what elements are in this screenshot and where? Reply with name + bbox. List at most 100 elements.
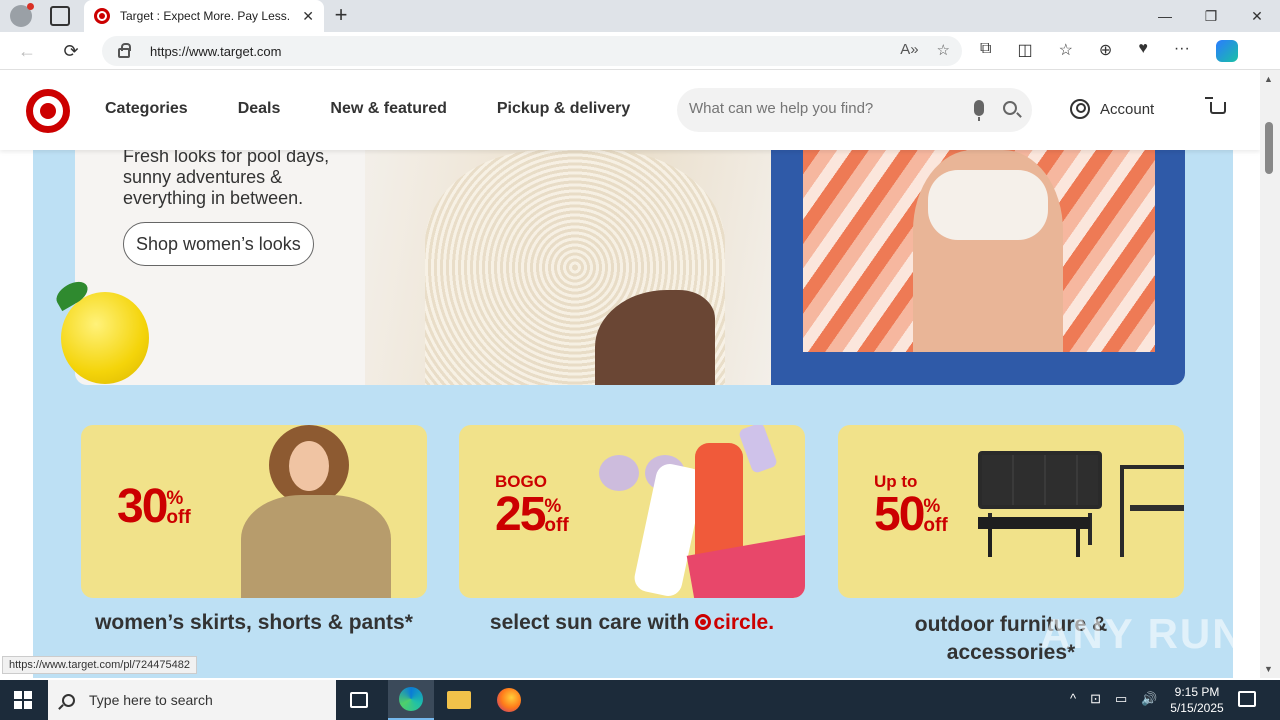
favorites-icon[interactable]: ☆ <box>1059 40 1073 62</box>
url-text[interactable]: https://www.target.com <box>150 44 282 59</box>
tab-actions-icon[interactable] <box>50 6 70 26</box>
start-button[interactable] <box>14 691 32 709</box>
windows-taskbar: Type here to search ^ ⊡ ▭ 🔊 9:15 PM 5/15… <box>0 680 1280 720</box>
sunscreen-tube-image <box>737 425 779 475</box>
favorite-star-icon[interactable]: ☆ <box>937 41 950 59</box>
nav-pickup-delivery[interactable]: Pickup & delivery <box>497 100 630 118</box>
deal-off: off <box>544 515 569 536</box>
deal-percent: % <box>544 496 562 517</box>
system-tray: ^ ⊡ ▭ 🔊 <box>1070 691 1158 707</box>
nav-categories[interactable]: Categories <box>105 100 188 118</box>
target-circle-icon <box>695 613 712 630</box>
nav-deals[interactable]: Deals <box>238 100 281 118</box>
hero-text-line: everything in between. <box>123 188 304 208</box>
deal-promo: Up to 50% off <box>874 473 948 539</box>
close-window-button[interactable]: ✕ <box>1234 0 1280 32</box>
browser-tab-active[interactable]: Target : Expect More. Pay Less. ✕ <box>84 0 324 32</box>
new-tab-button[interactable]: + <box>330 4 352 26</box>
back-button[interactable]: ← <box>16 40 38 62</box>
account-icon <box>1070 99 1090 119</box>
model-outfit <box>241 495 391 598</box>
edge-taskbar-button[interactable] <box>388 680 434 720</box>
notification-icon[interactable] <box>1238 691 1256 707</box>
cart-icon[interactable] <box>1205 97 1226 114</box>
circle-brand-text: circle <box>713 611 769 634</box>
status-bar-url: https://www.target.com/pl/724475482 <box>2 656 197 674</box>
search-input[interactable] <box>689 100 959 117</box>
deal-label[interactable]: women’s skirts, shorts & pants* <box>81 611 427 635</box>
site-header: Categories Deals New & featured Pickup &… <box>0 70 1260 150</box>
shop-womens-looks-button[interactable]: Shop women’s looks <box>123 222 314 266</box>
search-icon <box>62 693 75 707</box>
main-content: Fresh looks for pool days, sunny adventu… <box>33 150 1233 678</box>
microphone-icon[interactable] <box>974 100 984 121</box>
nav-new-featured[interactable]: New & featured <box>330 100 446 118</box>
copilot-icon[interactable] <box>1215 40 1238 62</box>
deal-promo: BOGO 25% off <box>495 473 569 539</box>
deal-card[interactable]: 30% off <box>81 425 427 598</box>
page-scrollbar[interactable]: ▲ ▼ <box>1260 70 1280 678</box>
url-field[interactable]: https://www.target.com A» ☆ <box>102 36 962 66</box>
scroll-up-icon[interactable]: ▲ <box>1264 74 1273 84</box>
taskbar-clock[interactable]: 9:15 PM 5/15/2025 <box>1166 684 1228 716</box>
task-view-icon[interactable] <box>350 692 368 708</box>
chevron-up-icon[interactable]: ^ <box>1070 691 1076 707</box>
hero-text-line: sunny adventures & <box>123 167 283 187</box>
hero-banner[interactable]: Fresh looks for pool days, sunny adventu… <box>75 150 1185 385</box>
deals-row: 30% off women’s skirts, shorts & pants* B… <box>81 425 1184 678</box>
firefox-icon <box>497 688 521 712</box>
deal-tile[interactable]: Up to 50% off outdoor furniture & accesso… <box>838 425 1184 664</box>
read-aloud-icon[interactable]: A» <box>900 41 918 59</box>
tab-close-button[interactable]: ✕ <box>302 8 314 24</box>
coffee-table-legs <box>988 529 1080 557</box>
crochet-top-image <box>928 170 1048 240</box>
more-menu-icon[interactable]: ··· <box>1174 40 1190 62</box>
browser-essentials-icon[interactable]: ♥ <box>1138 40 1148 62</box>
browser-toolbar: ⧉ ◫ ☆ ⊕ ♥ ··· <box>980 40 1238 62</box>
deal-card[interactable]: Up to 50% off <box>838 425 1184 598</box>
hero-photo-left <box>365 150 771 385</box>
deal-tile[interactable]: BOGO 25% off select sun care with circle. <box>459 425 805 634</box>
extensions-icon[interactable]: ⧉ <box>980 40 991 62</box>
restore-button[interactable]: ❐ <box>1188 0 1234 32</box>
split-screen-icon[interactable]: ◫ <box>1017 40 1032 62</box>
deal-label-prefix: select sun care with <box>489 611 690 634</box>
minimize-button[interactable]: — <box>1142 0 1188 32</box>
device-icon[interactable]: ⊡ <box>1090 691 1101 707</box>
reload-button[interactable]: ⟳ <box>60 40 82 62</box>
swimwear-image <box>803 150 1155 352</box>
window-controls: — ❐ ✕ <box>1142 0 1280 32</box>
profile-icon[interactable] <box>10 3 34 27</box>
edge-icon <box>399 687 423 711</box>
firefox-taskbar-button[interactable] <box>486 680 532 720</box>
deal-percent: % <box>923 496 941 517</box>
coffee-table-image <box>978 517 1090 529</box>
main-nav: Categories Deals New & featured Pickup &… <box>105 100 630 118</box>
hero-text-line: Fresh looks for pool days, <box>123 150 330 166</box>
target-logo-icon[interactable] <box>26 89 70 133</box>
search-icon[interactable] <box>1003 101 1017 115</box>
deal-label[interactable]: select sun care with circle. <box>459 611 805 635</box>
site-search <box>677 88 1032 132</box>
volume-icon[interactable]: 🔊 <box>1141 691 1157 707</box>
woman-model-image <box>231 425 401 598</box>
clock-date: 5/15/2025 <box>1170 701 1224 715</box>
scroll-thumb[interactable] <box>1265 122 1273 174</box>
deal-card[interactable]: BOGO 25% off <box>459 425 805 598</box>
taskbar-search-placeholder: Type here to search <box>89 692 213 708</box>
collections-icon[interactable]: ⊕ <box>1099 40 1112 62</box>
deal-tile[interactable]: 30% off women’s skirts, shorts & pants* <box>81 425 427 634</box>
lemon-decoration <box>52 276 149 384</box>
tab-title: Target : Expect More. Pay Less. <box>120 9 291 23</box>
explorer-taskbar-button[interactable] <box>436 680 482 720</box>
account-link[interactable]: Account <box>1070 99 1154 119</box>
deal-percent: % <box>166 488 184 509</box>
taskbar-search[interactable]: Type here to search <box>48 680 336 720</box>
hero-photo-right <box>771 150 1185 385</box>
network-icon[interactable]: ▭ <box>1115 691 1127 707</box>
deal-label-period: . <box>768 611 775 634</box>
folder-icon <box>447 691 471 709</box>
lock-icon[interactable] <box>118 43 131 58</box>
anyrun-watermark: ANY RUN <box>1040 610 1245 657</box>
scroll-down-icon[interactable]: ▼ <box>1264 664 1273 674</box>
